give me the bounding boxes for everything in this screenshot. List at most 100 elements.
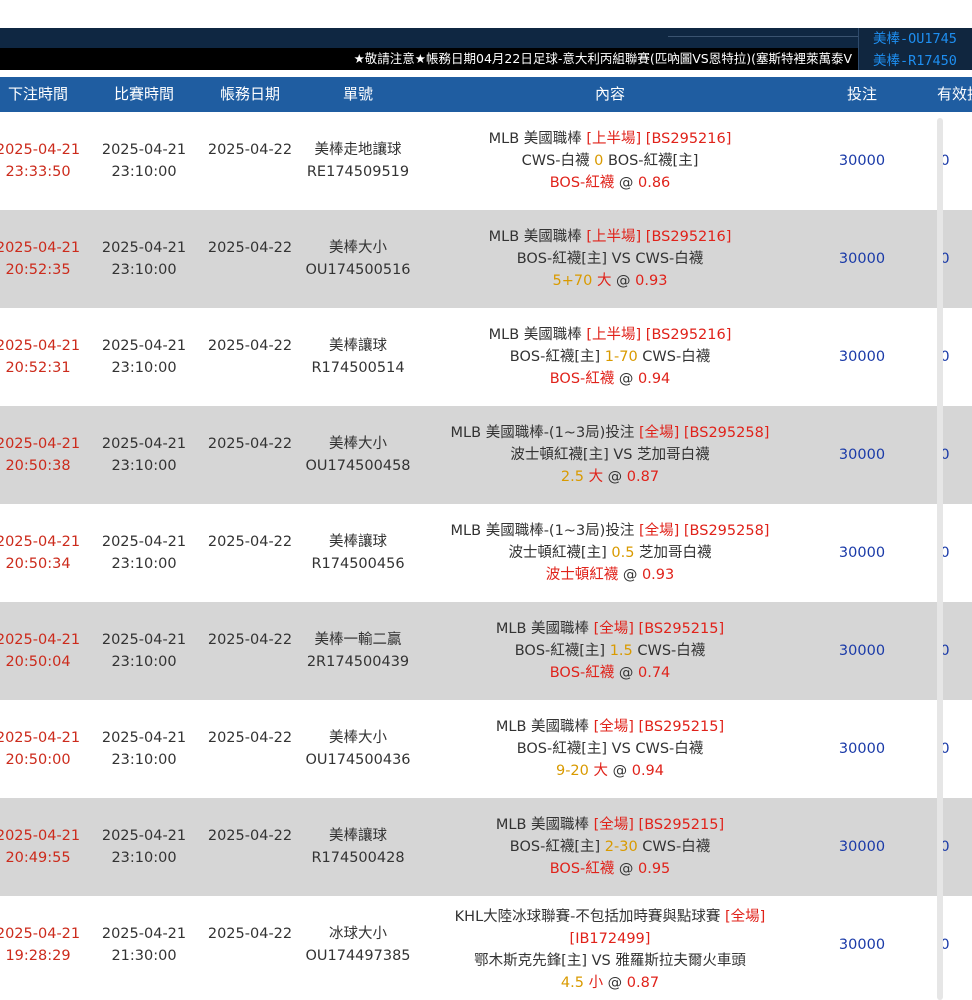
ticket[interactable]: 冰球大小 OU174497385 [300,923,416,967]
table-row[interactable]: 2025-04-21 20:52:35 2025-04-21 23:10:00 2025… [0,210,972,308]
ticket-number[interactable]: R174500456 [300,553,416,575]
bet-teams-b: CWS-白襪 [637,349,711,365]
table-row[interactable]: 2025-04-21 20:49:55 2025-04-21 23:10:00 2025… [0,798,972,896]
ticket[interactable]: 美棒大小 OU174500436 [300,727,416,771]
table-row[interactable]: 2025-04-21 20:50:34 2025-04-21 23:10:00 2025… [0,504,972,602]
ticket-number[interactable]: 2R174500439 [300,651,416,673]
bet-clock: 20:50:04 [5,654,71,670]
ticket-number[interactable]: OU174500436 [300,749,416,771]
ticket-number[interactable]: OU174497385 [300,945,416,967]
handicap-line: 0.5 [611,545,635,561]
valid-amount: 0 [940,447,950,463]
ticket-number[interactable]: R174500514 [300,357,416,379]
match-date: 2025-04-21 [101,828,187,844]
bet-pick: 小 [588,975,604,991]
bet-time: 2025-04-21 20:50:04 [0,629,88,673]
ticket[interactable]: 美棒一輸二贏 2R174500439 [300,629,416,673]
recent-bet-item[interactable]: 美棒-R17450 [873,49,957,69]
odds-at: @ [608,763,632,779]
odds-at: @ [614,861,638,877]
match-clock: 23:10:00 [111,752,177,768]
bet-period: [上半場] [586,131,642,147]
header-account-date: 帳務日期 [219,85,280,103]
ticket-type: 美棒讓球 [329,534,387,550]
vertical-scrollbar[interactable] [937,118,943,1000]
bet-teams-a: CWS-白襪 [521,153,595,169]
table-row[interactable]: 2025-04-21 20:50:38 2025-04-21 23:10:00 2025… [0,406,972,504]
bet-odds: 0.87 [626,469,660,485]
bet-date: 2025-04-21 [0,926,81,942]
bet-line: 9-20 [555,763,594,779]
ticket[interactable]: 美棒讓球 R174500428 [300,825,416,869]
account-date: 2025-04-22 [207,240,293,256]
ticket[interactable]: 美棒讓球 R174500456 [300,531,416,575]
match-date: 2025-04-21 [101,240,187,256]
bet-clock: 20:50:34 [5,556,71,572]
table-row[interactable]: 2025-04-21 20:52:31 2025-04-21 23:10:00 2025… [0,308,972,406]
bet-teams-b: BOS-紅襪[主] [603,153,699,169]
bet-teams-a: BOS-紅襪[主] [509,349,605,365]
handicap-line: 1-70 [604,349,638,365]
league-name: MLB 美國職棒-(1~3局)投注 [450,425,639,441]
ticket-number[interactable]: RE174509519 [300,161,416,183]
notice-ticker: ★敬請注意★帳務日期04月22日足球-意大利丙組聯賽(匹吶圖VS恩特拉)(塞斯特… [0,48,858,70]
bet-date: 2025-04-21 [0,730,81,746]
bet-time: 2025-04-21 20:52:35 [0,237,88,281]
table-row[interactable]: 2025-04-21 23:33:50 2025-04-21 23:10:00 2025… [0,112,972,210]
ticket[interactable]: 美棒讓球 R174500514 [300,335,416,379]
table-row[interactable]: 2025-04-21 19:28:29 2025-04-21 21:30:00 2025… [0,896,972,994]
ticket[interactable]: 美棒走地讓球 RE174509519 [300,139,416,183]
bet-selection: 2.5 大 @ 0.87 [436,466,784,488]
bet-selection: 4.5 小 @ 0.87 [436,972,784,994]
ticket-number[interactable]: R174500428 [300,847,416,869]
bet-teams-b: CWS-白襪 [637,839,711,855]
match-date: 2025-04-21 [101,142,187,158]
account-date: 2025-04-22 [207,534,293,550]
bet-period: [全場] [593,817,634,833]
bet-selection: 5+70 大 @ 0.93 [436,270,784,292]
bet-teams-b: CWS-白襪 [632,643,706,659]
bet-odds: 0.74 [637,665,671,681]
odds-at: @ [614,665,638,681]
bet-event: MLB 美國職棒-(1~3局)投注 [全場] [BS295258] [436,422,784,444]
odds-at: @ [614,371,638,387]
bet-pick: 大 [593,763,609,779]
league-name: MLB 美國職棒 [488,229,587,245]
ticket[interactable]: 美棒大小 OU174500516 [300,237,416,281]
account-date: 2025-04-22 [207,436,293,452]
event-code: [BS295216] [641,131,732,147]
ticket[interactable]: 美棒大小 OU174500458 [300,433,416,477]
bet-event-cont: [IB172499] [436,928,784,950]
bet-event: MLB 美國職棒 [上半場] [BS295216] [436,226,784,248]
bet-content: MLB 美國職棒 [上半場] [BS295216] CWS-白襪 0 BOS-紅襪… [436,128,784,194]
table-row[interactable]: 2025-04-21 20:50:04 2025-04-21 23:10:00 2025… [0,602,972,700]
ticket-number[interactable]: OU174500458 [300,455,416,477]
account-date: 2025-04-22 [207,730,293,746]
bet-period: [全場] [638,523,680,539]
match-date: 2025-04-21 [101,632,187,648]
valid-amount: 0 [940,839,950,855]
stake-amount: 30000 [838,153,886,169]
bet-selection: BOS-紅襪 @ 0.94 [436,368,784,390]
header-valid-amount: 有效投 [937,85,972,103]
bets-table-body: 2025-04-21 23:33:50 2025-04-21 23:10:00 2025… [0,112,972,994]
match-clock: 23:10:00 [111,654,177,670]
bet-line: 5+70 [552,273,597,289]
league-name: MLB 美國職棒 [488,131,587,147]
odds-at: @ [603,469,627,485]
ticket-number[interactable]: OU174500516 [300,259,416,281]
bet-content: MLB 美國職棒-(1~3局)投注 [全場] [BS295258] 波士頓紅襪[主… [436,520,784,586]
bet-date: 2025-04-21 [0,632,81,648]
recent-bets-panel[interactable]: 美棒-OU1745 美棒-R17450 [858,28,972,70]
table-row[interactable]: 2025-04-21 20:50:00 2025-04-21 23:10:00 2025… [0,700,972,798]
recent-bet-item[interactable]: 美棒-OU1745 [873,27,957,47]
bet-clock: 20:52:35 [5,262,71,278]
ticket-type: 美棒讓球 [329,828,387,844]
match-clock: 21:30:00 [111,948,177,964]
event-code: [BS295258] [679,523,770,539]
stake-amount: 30000 [838,545,886,561]
bet-clock: 23:33:50 [5,164,71,180]
bet-teams: BOS-紅襪[主] VS CWS-白襪 [436,248,784,270]
bet-clock: 20:50:00 [5,752,71,768]
bet-selection: 9-20 大 @ 0.94 [436,760,784,782]
